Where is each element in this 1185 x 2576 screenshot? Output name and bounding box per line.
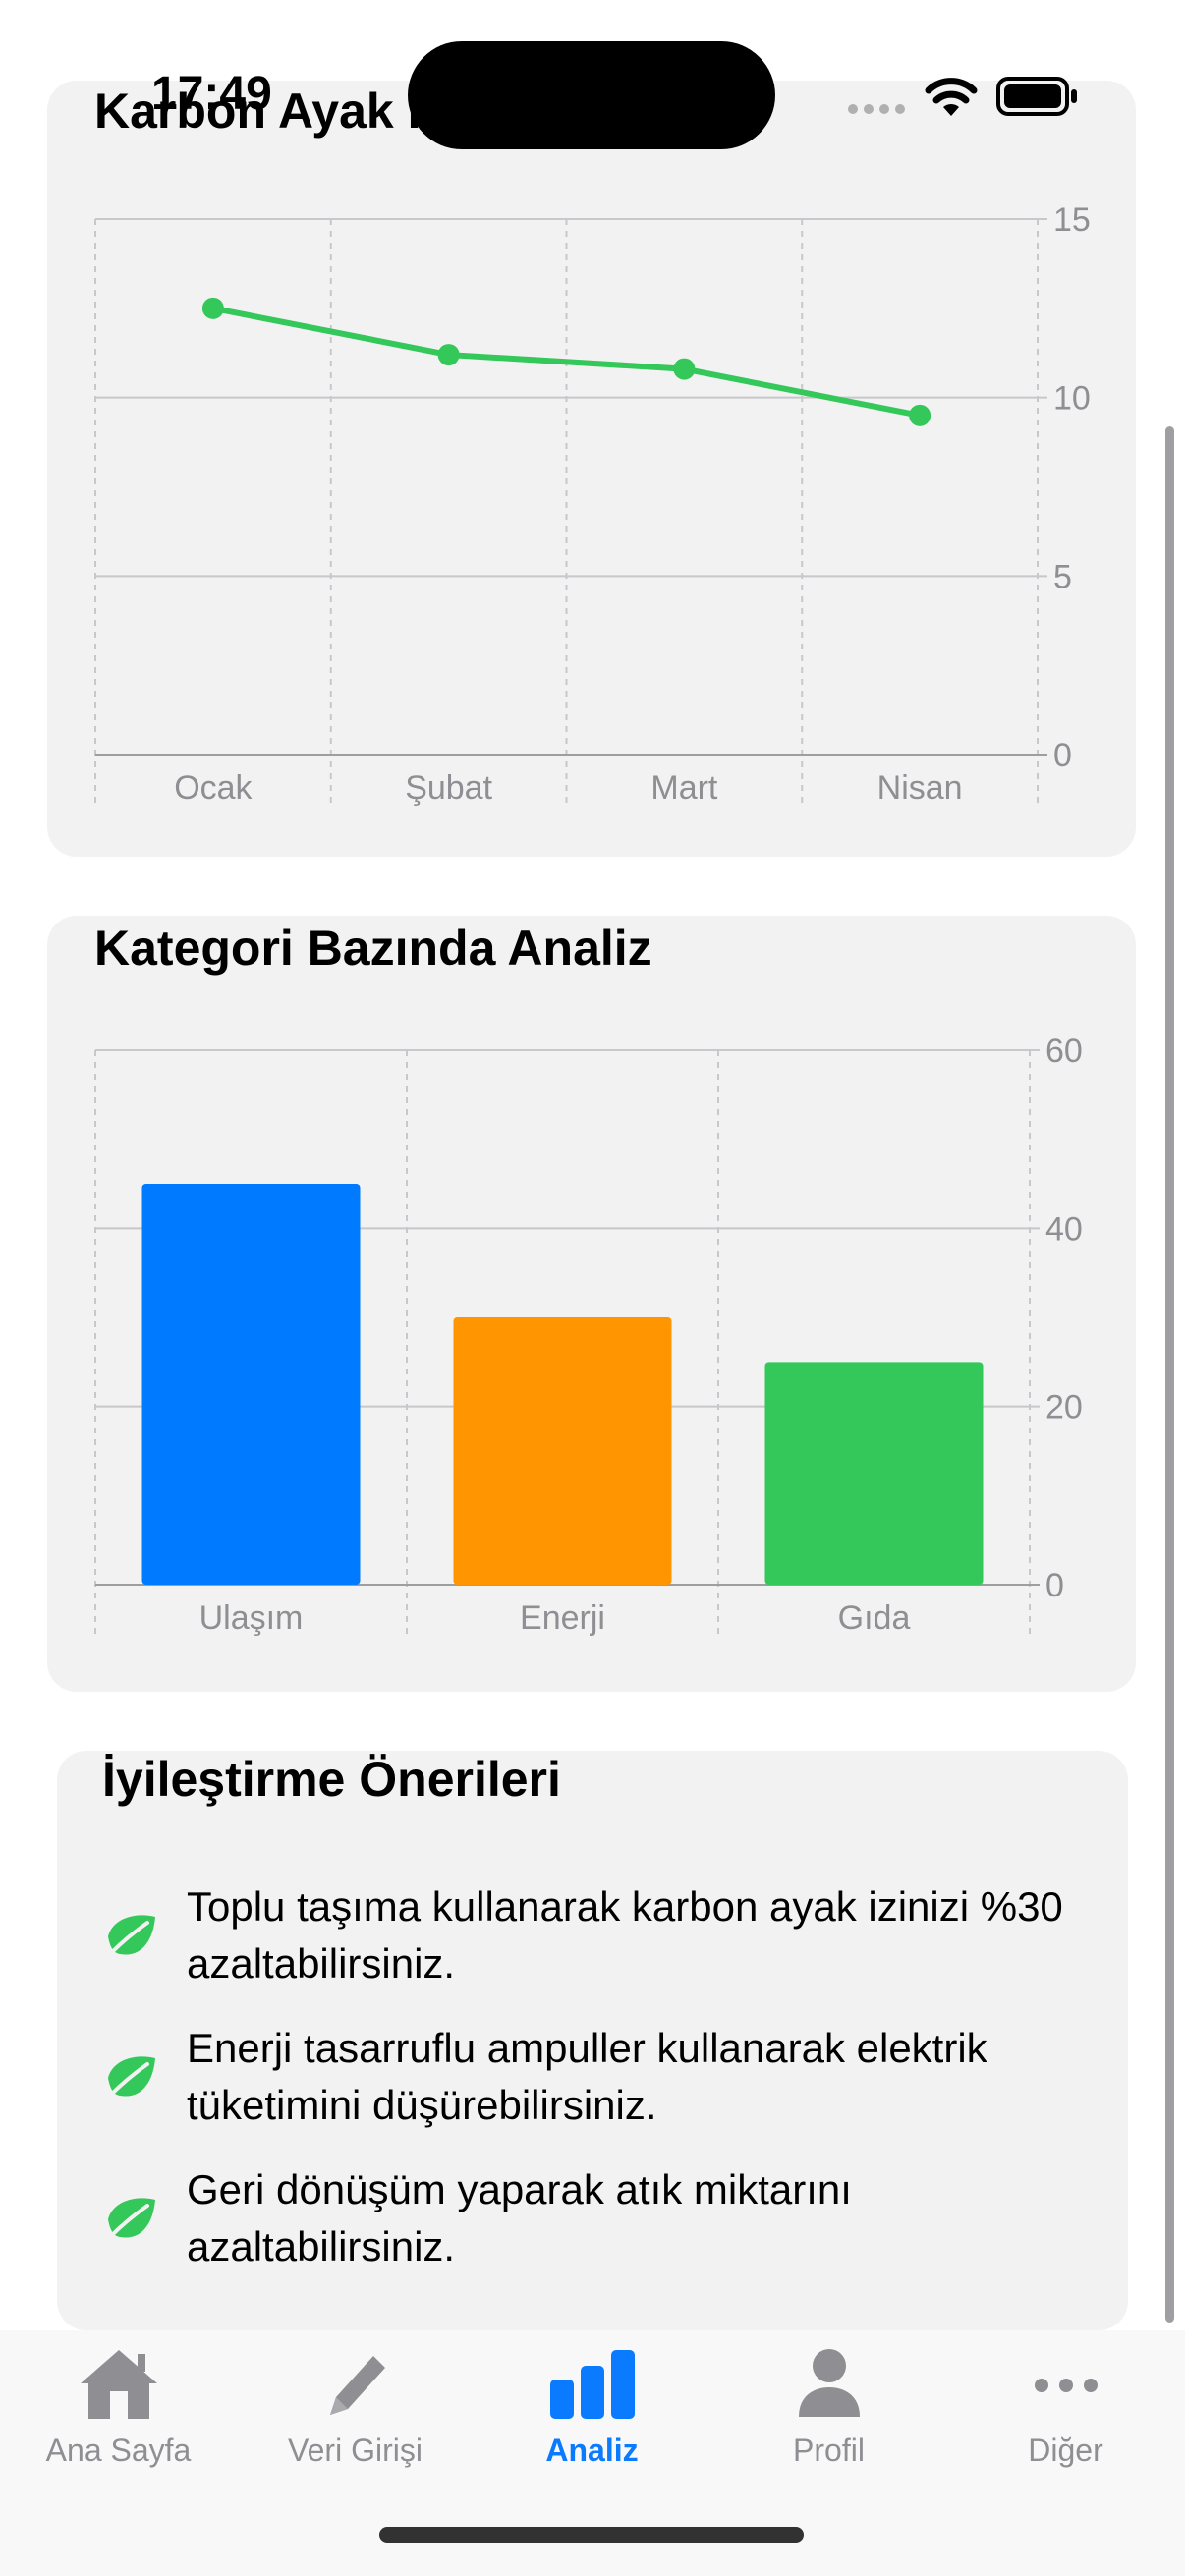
bar — [141, 1184, 361, 1585]
y-tick-label: 15 — [1053, 201, 1091, 239]
bar-chart-card: Kategori Bazında Analiz 0 20 40 60 Ulaşım Ene… — [47, 916, 1136, 1692]
tab-ana-sayfa[interactable]: Ana Sayfa — [0, 2330, 237, 2478]
tab-label: Analiz — [545, 2433, 639, 2468]
tip-item: Enerji tasarruflu ampuller kullanarak el… — [102, 2020, 1091, 2134]
x-tick-label: Gıda — [838, 1599, 911, 1637]
person-icon — [798, 2349, 860, 2417]
data-point — [673, 358, 696, 380]
leaf-icon — [108, 2198, 155, 2238]
bar — [453, 1317, 672, 1585]
dynamic-island — [408, 41, 775, 149]
bar-chart: 0 20 40 60 Ulaşım Enerji Gıda — [94, 1033, 1083, 1637]
tip-text: Enerji tasarruflu ampuller kullanarak el… — [187, 2025, 988, 2128]
tips-card: İyileştirme Önerileri Toplu taşıma kulla… — [57, 1751, 1128, 2330]
line-chart: 0 5 10 15 Ocak Şubat Mart Nisan — [94, 201, 1091, 807]
x-tick-label: Mart — [650, 769, 718, 807]
pencil-icon — [329, 2356, 385, 2415]
battery-icon — [996, 77, 1077, 116]
line-chart-title: Karbon Ayak İzi — [94, 84, 460, 139]
tip-item: Geri dönüşüm yaparak atık miktarını azal… — [102, 2161, 1091, 2275]
y-tick-label: 0 — [1045, 1567, 1064, 1604]
tab-label: Veri Girişi — [288, 2433, 423, 2468]
data-point — [201, 297, 224, 319]
tab-label: Profil — [793, 2433, 865, 2468]
x-tick-label: Enerji — [520, 1599, 605, 1637]
tip-text: Geri dönüşüm yaparak atık miktarını azal… — [187, 2166, 852, 2269]
cellular-signal-icon — [848, 104, 905, 114]
tab-profil[interactable]: Profil — [710, 2330, 947, 2478]
y-tick-label: 5 — [1053, 558, 1072, 595]
data-point — [437, 344, 460, 366]
wifi-icon — [925, 78, 978, 116]
scrollbar[interactable] — [1165, 426, 1174, 2323]
tip-item: Toplu taşıma kullanarak karbon ayak izin… — [102, 1878, 1091, 1992]
tab-analiz[interactable]: Analiz — [474, 2330, 710, 2478]
x-tick-label: Ocak — [174, 769, 253, 807]
bar — [764, 1362, 984, 1585]
status-time: 17:49 — [151, 68, 272, 120]
tab-diger[interactable]: Diğer — [947, 2330, 1184, 2478]
y-tick-label: 20 — [1045, 1389, 1083, 1427]
tab-label: Ana Sayfa — [45, 2433, 192, 2468]
chart-bar-icon — [549, 2350, 635, 2419]
y-tick-label: 60 — [1045, 1033, 1083, 1070]
house-icon — [80, 2350, 157, 2419]
tab-label: Diğer — [1028, 2433, 1103, 2468]
tips-title: İyileştirme Önerileri — [102, 1752, 561, 1807]
tab-veri-girisi[interactable]: Veri Girişi — [237, 2330, 474, 2478]
x-tick-label: Nisan — [877, 769, 963, 807]
tip-text: Toplu taşıma kullanarak karbon ayak izin… — [187, 1883, 1063, 1987]
ellipsis-icon — [1034, 2379, 1098, 2392]
leaf-icon — [108, 1915, 155, 1955]
y-tick-label: 40 — [1045, 1210, 1083, 1248]
y-tick-label: 0 — [1053, 737, 1072, 774]
x-tick-label: Şubat — [405, 769, 492, 807]
leaf-icon — [108, 2056, 155, 2097]
home-indicator — [379, 2527, 804, 2543]
data-point — [909, 404, 931, 426]
y-tick-label: 10 — [1053, 380, 1091, 418]
x-tick-label: Ulaşım — [199, 1599, 304, 1637]
line-chart-card: 0 5 10 15 Ocak Şubat Mart Nisan Karbon Ayak İzi — [47, 81, 1136, 857]
